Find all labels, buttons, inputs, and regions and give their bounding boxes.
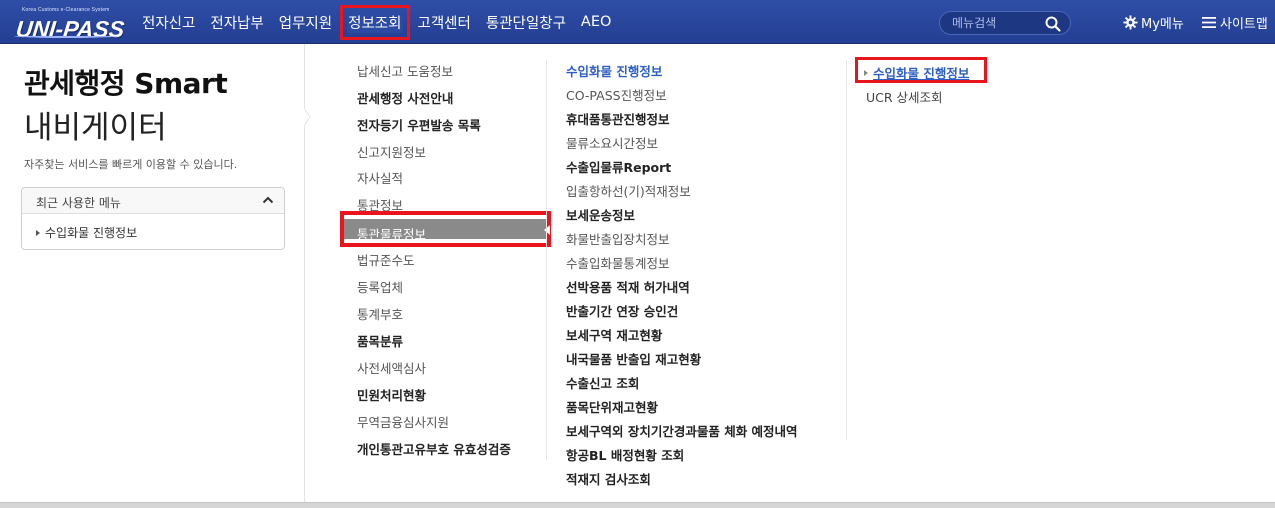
menu-item-registered-mail-list[interactable]: 전자등기 우편발송 목록 [357,115,481,135]
menu-search-input[interactable] [952,14,1044,32]
menu-item-ucr-detail[interactable]: UCR 상세조회 [866,87,943,106]
menu-item-pre-tax-review[interactable]: 사전세액심사 [357,358,426,378]
selected-pointer-icon [544,225,550,235]
selected-item-label: 통관물류정보 [357,227,427,242]
recent-menu-header[interactable]: 최근 사용한 메뉴 [22,188,284,214]
menu-item-logistics-lead-time[interactable]: 물류소요시간정보 [566,133,658,153]
menu-item-bonded-area-stock[interactable]: 보세구역 재고현황 [566,325,662,345]
bullet-triangle-icon [36,229,40,236]
nav-item-e-filing[interactable]: 전자신고 [142,12,195,33]
menu-item-compliance-level[interactable]: 법규준수도 [357,250,415,270]
recent-menu-item-label: 수입화물 진행정보 [45,226,138,240]
nav-item-info-inquiry[interactable]: 정보조회 [340,4,410,40]
nav-item-work-support[interactable]: 업무지원 [279,12,332,33]
nav-item-single-window[interactable]: 통관단일창구 [486,12,566,33]
column-divider-2 [846,60,847,440]
search-icon[interactable] [1044,15,1062,33]
selected-item-background: 통관물류정보 [344,219,550,242]
logo-swoosh [14,34,118,38]
navigator-title-line1: 관세행정 Smart [24,67,228,100]
menu-item-item-unit-stock[interactable]: 품목단위재고현황 [566,397,658,417]
menu-item-registered-companies[interactable]: 등록업체 [357,277,403,297]
menu-item-copass-progress[interactable]: CO-PASS진행정보 [566,85,667,105]
top-navigation-bar: Korea Customs e-Clearance System UNI-PAS… [0,0,1275,44]
nav-item-aeo[interactable]: AEO [581,14,612,30]
recent-menu-item[interactable]: 수입화물 진행정보 [36,224,137,241]
navigator-description: 자주찾는 서비스를 빠르게 이용할 수 있습니다. [24,158,238,171]
menu-search [939,11,1071,35]
my-menu-label: My메뉴 [1141,16,1184,32]
nav-item-e-payment[interactable]: 전자납부 [210,12,263,33]
menu-item-item-classification[interactable]: 품목분류 [357,331,403,351]
menu-item-cargo-in-out-info[interactable]: 화물반출입장치정보 [566,229,670,249]
menu-item-export-declaration-inquiry[interactable]: 수출신고 조회 [566,373,639,393]
menu-item-overdue-goods-schedule[interactable]: 보세구역외 장치기간경과물품 체화 예정내역 [566,421,798,441]
logo-wordmark: UNI-PASS [14,16,126,42]
recent-menu-panel: 최근 사용한 메뉴 수입화물 진행정보 [21,187,285,250]
menu-item-bonded-transport[interactable]: 보세운송정보 [566,205,635,225]
main-nav: 전자신고 전자납부 업무지원 정보조회 고객센터 통관단일창구 AEO [142,0,626,44]
divider-notch [300,108,310,126]
menu-item-company-performance[interactable]: 자사실적 [357,168,403,188]
navigator-title-line2: 내비게이터 [24,110,167,146]
menu-item-logistics-report[interactable]: 수출입물류Report [566,157,671,177]
submenu-link-label: 수입화물 진행정보 [873,66,970,81]
menu-item-baggage-clearance[interactable]: 휴대품통관진행정보 [566,109,670,129]
menu-item-complaint-status[interactable]: 민원처리현황 [357,385,426,405]
sitemap-label: 사이트맵 [1220,16,1268,32]
menu-item-air-bl-assignment[interactable]: 항공BL 배정현황 조회 [566,445,684,465]
menu-item-import-cargo-progress[interactable]: 수입화물 진행정보 [566,61,662,81]
menu-item-cargo-statistics[interactable]: 수출입화물통계정보 [566,253,670,273]
menu-item-report-support-info[interactable]: 신고지원정보 [357,142,426,162]
menu-item-import-cargo-progress-selected[interactable]: 수입화물 진행정보 [855,57,987,83]
nav-item-customer-center[interactable]: 고객센터 [418,12,471,33]
sitemap-button[interactable]: 사이트맵 [1202,13,1268,32]
menu-item-domestic-goods-stock[interactable]: 내국물품 반출입 재고현황 [566,349,701,369]
bullet-triangle-icon [864,69,868,76]
menu-item-tax-report-help[interactable]: 납세신고 도움정보 [357,61,453,81]
chevron-up-icon[interactable] [262,195,274,205]
gear-icon [1123,14,1138,30]
menu-item-logistics-info-selected[interactable]: 통관물류정보 [340,211,551,247]
menu-item-personal-customs-code-check[interactable]: 개인통관고유부호 유효성검증 [357,439,511,459]
unipass-logo[interactable]: Korea Customs e-Clearance System UNI-PAS… [14,4,126,42]
menu-item-loading-inspection[interactable]: 적재지 검사조회 [566,469,651,489]
hamburger-icon [1202,16,1216,28]
menu-item-customs-advance-notice[interactable]: 관세행정 사전안내 [357,88,453,108]
logo-tagline: Korea Customs e-Clearance System [22,7,110,13]
recent-menu-title: 최근 사용한 메뉴 [36,196,121,210]
column-divider-1 [546,60,547,460]
bottom-border [0,502,1275,508]
menu-item-port-loading-info[interactable]: 입출항하선(기)적재정보 [566,181,691,201]
submenu-link[interactable]: 수입화물 진행정보 [864,63,969,82]
menu-item-statistics-codes[interactable]: 통계부호 [357,304,403,324]
my-menu-button[interactable]: My메뉴 [1123,13,1184,32]
menu-item-extension-approval[interactable]: 반출기간 연장 승인건 [566,301,678,321]
menu-item-trade-finance-review[interactable]: 무역금융심사지원 [357,412,449,432]
menu-item-ship-supplies-permit[interactable]: 선박용품 적재 허가내역 [566,277,690,297]
